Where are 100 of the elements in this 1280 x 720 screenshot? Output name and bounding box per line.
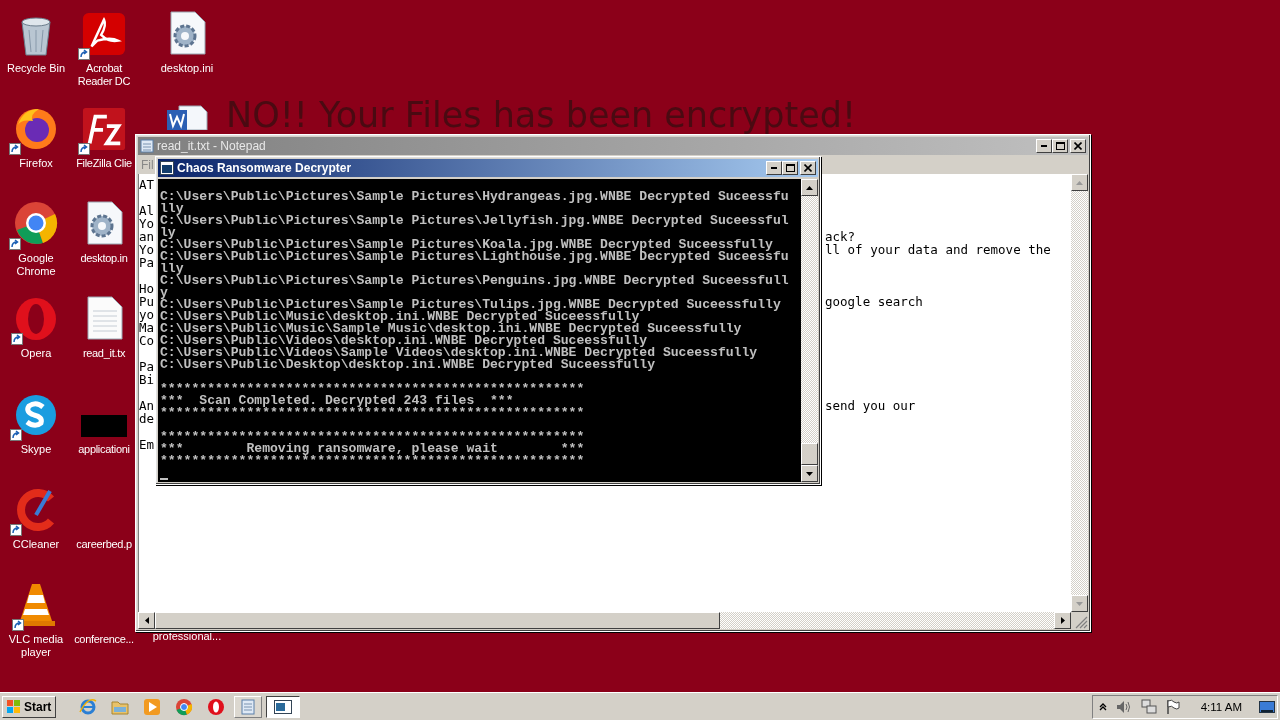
text-line: an	[139, 230, 155, 243]
scroll-thumb[interactable]	[155, 612, 720, 629]
console-line: C:\Users\Public\Pictures\Sample Pictures\Penguins.jpg.WNBE Decrypted Suceessfull	[160, 275, 789, 287]
scroll-up-button[interactable]	[801, 179, 818, 196]
desktop-icon-label[interactable]: desktop.in	[73, 252, 135, 266]
folder-icon	[111, 698, 130, 715]
console-line: C:\Users\Public\Pictures\Sample Pictures\Hydrangeas.jpg.WNBE Decrypted Suceessfu	[160, 191, 789, 203]
settings-file-icon[interactable]	[167, 10, 207, 56]
text-line: Pa	[139, 256, 155, 269]
chevron-up-icon[interactable]	[1098, 702, 1107, 711]
text-line: yo	[139, 308, 155, 321]
desktop-icon-label[interactable]: Recycle Bin	[1, 62, 71, 75]
console-line: ******************************************************	[160, 455, 585, 467]
opera-icon[interactable]	[15, 297, 57, 342]
text-line: Yo	[139, 243, 155, 256]
up-arrow-icon	[1076, 180, 1083, 185]
scroll-thumb[interactable]	[801, 443, 818, 465]
maximize-button[interactable]	[1052, 139, 1068, 153]
desktop-icon-label[interactable]: conference...	[73, 632, 135, 646]
word-document-icon[interactable]	[165, 104, 209, 130]
desktop-icon-label[interactable]: Google Chrome	[1, 252, 71, 279]
pdf-reader-icon[interactable]	[82, 12, 126, 56]
scroll-down-button[interactable]	[1071, 595, 1088, 612]
text-line: Ho	[139, 282, 155, 295]
start-button[interactable]: Start	[2, 695, 57, 718]
maximize-button[interactable]	[782, 161, 798, 175]
show-desktop-button[interactable]	[1257, 700, 1277, 713]
text-line: Pu	[139, 295, 155, 308]
console-line: C:\Users\Public\Pictures\Sample Pictures\Jellyfish.jpg.WNBE Decrypted Suceessful	[160, 215, 789, 227]
chrome-icon[interactable]	[13, 200, 59, 247]
desktop-icon-label[interactable]: professional...	[152, 630, 222, 643]
desktop-icon-label[interactable]: desktop.ini	[160, 62, 214, 75]
console-line: ******************************************************	[160, 407, 585, 419]
minimize-button[interactable]	[1036, 139, 1052, 153]
scroll-down-button[interactable]	[801, 465, 818, 482]
desktop-icon-label[interactable]: Skype	[1, 442, 71, 456]
desktop-icon-label[interactable]: read_it.tx	[73, 347, 135, 361]
flag-icon[interactable]	[1165, 698, 1180, 715]
opera-icon	[207, 697, 226, 716]
text-line: Al	[139, 204, 155, 217]
console-line: C:\Users\Public\Music\desktop.ini.WNBE Decrypted Suceessfully	[160, 311, 640, 323]
close-button[interactable]	[800, 161, 816, 175]
scroll-up-button[interactable]	[1071, 174, 1088, 191]
close-button[interactable]	[1070, 139, 1086, 153]
console-line: ******************************************************	[160, 431, 585, 443]
text-line: Bi	[139, 373, 155, 386]
console-line: C:\Users\Public\Pictures\Sample Pictures\Lighthouse.jpg.WNBE Decrypted Suceessfu	[160, 251, 789, 263]
vertical-scrollbar[interactable]	[801, 179, 818, 482]
text-line: Ma	[139, 321, 155, 334]
notepad-icon	[241, 698, 256, 715]
desktop-icon-label[interactable]: Opera	[1, 347, 71, 361]
text-cursor	[160, 478, 168, 480]
text-line: de	[139, 412, 155, 425]
left-arrow-icon	[144, 617, 149, 624]
right-arrow-icon	[1060, 617, 1065, 624]
settings-file-icon[interactable]	[84, 200, 124, 247]
down-arrow-icon	[1076, 601, 1083, 606]
close-icon	[804, 164, 812, 172]
desktop-icon-label[interactable]: CCleaner	[1, 537, 71, 551]
up-arrow-icon	[806, 185, 813, 190]
text-file-icon[interactable]	[84, 295, 124, 342]
notepad-icon	[140, 139, 154, 153]
console-line: ly	[160, 227, 176, 239]
desktop-icon-label[interactable]: careerbed.p	[73, 537, 135, 551]
taskbar-button[interactable]	[266, 695, 301, 718]
text-line: Pa	[139, 360, 155, 373]
text-line: Em	[139, 438, 155, 451]
recycle-bin-icon[interactable]	[19, 16, 53, 56]
speaker-icon[interactable]	[1115, 699, 1132, 714]
chrome-icon	[175, 697, 194, 716]
text-line: ack?	[825, 230, 856, 243]
text-line: Yo	[139, 217, 155, 230]
text-line: Co	[139, 334, 155, 347]
desktop-icon-label[interactable]: VLC media player	[1, 632, 71, 659]
text-line: send you our	[825, 399, 916, 412]
desktop-icon-label[interactable]: FileZilla Clie	[73, 157, 135, 171]
console-line: C:\Users\Public\Pictures\Sample Pictures\Koala.jpg.WNBE Decrypted Suceessfully	[160, 239, 773, 251]
console-icon	[274, 699, 293, 714]
minimize-button[interactable]	[766, 161, 782, 175]
wallpaper-text: NO!! Your Files has been encrypted!	[226, 97, 857, 133]
scroll-left-button[interactable]	[138, 612, 155, 629]
console-line: lly	[160, 263, 184, 275]
skype-icon[interactable]	[14, 392, 58, 437]
horizontal-scrollbar[interactable]	[138, 612, 1088, 629]
filezilla-icon[interactable]	[82, 107, 126, 152]
clock[interactable]: 4:11 AM	[1200, 700, 1242, 713]
console-line: *** Scan Completed. Decrypted 243 files ***	[160, 395, 514, 407]
desktop-icon-label[interactable]: Firefox	[1, 157, 71, 171]
desktop-icon-label[interactable]: applicationi	[73, 442, 135, 456]
monitor-icon	[1259, 700, 1275, 713]
desktop-icon-label[interactable]: Acrobat Reader DC	[73, 62, 135, 88]
network-icon[interactable]	[1140, 698, 1157, 715]
vertical-scrollbar[interactable]	[1071, 174, 1088, 612]
console-line: lly	[160, 203, 184, 215]
scroll-right-button[interactable]	[1054, 612, 1071, 629]
window-title: Chaos Ransomware Decrypter	[177, 161, 352, 175]
text-line: An	[139, 399, 155, 412]
window-title: read_it.txt - Notepad	[157, 139, 266, 153]
resize-grip-icon[interactable]	[1071, 612, 1088, 629]
text-line: google search	[825, 295, 923, 308]
